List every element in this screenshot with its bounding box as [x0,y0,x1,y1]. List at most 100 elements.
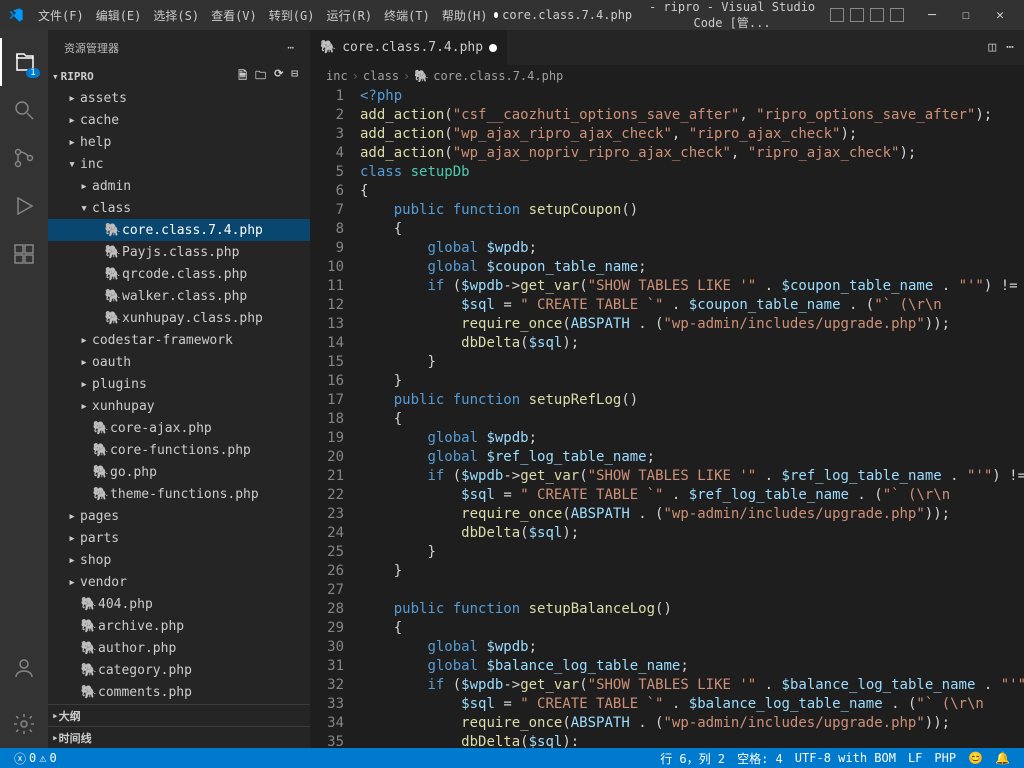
tree-label: go.php [110,465,157,480]
tree-label: codestar-framework [92,333,233,348]
tree-folder[interactable]: vendor [48,571,310,593]
tree-label: 404.php [98,597,153,612]
tree-label: theme-functions.php [110,487,259,502]
status-bar: ⓧ 0 ⚠ 0 行 6，列 2 空格: 4 UTF-8 with BOM LF … [0,748,1024,768]
run-debug-icon[interactable] [0,182,48,230]
minimize-button[interactable]: ─ [916,4,948,26]
tree-folder[interactable]: help [48,131,310,153]
tree-folder[interactable]: class [48,197,310,219]
tree-file[interactable]: 🐘category.php [48,659,310,681]
status-eol[interactable]: LF [902,750,928,767]
tree-file[interactable]: 🐘author.php [48,637,310,659]
php-file-icon: 🐘 [92,443,110,458]
chevron-right-icon [76,377,92,392]
collapse-icon[interactable]: ⊟ [291,67,298,86]
tab-active[interactable]: 🐘 core.class.7.4.php [310,30,508,65]
php-file-icon: 🐘 [92,487,110,502]
menu-item[interactable]: 查看(V) [205,7,263,24]
tree-folder[interactable]: shop [48,549,310,571]
tree-folder[interactable]: pages [48,505,310,527]
php-file-icon: 🐘 [104,223,122,238]
close-button[interactable]: ✕ [984,4,1016,26]
outline-header[interactable]: 大纲 [48,704,310,726]
explorer-icon[interactable]: 1 [0,38,48,86]
new-folder-icon[interactable]: 🗀 [255,67,266,86]
tree-label: qrcode.class.php [122,267,247,282]
menu-item[interactable]: 文件(F) [32,7,90,24]
layout-icon[interactable] [890,8,904,22]
settings-gear-icon[interactable] [0,700,48,748]
more-icon[interactable]: ⋯ [1006,40,1014,55]
layout-icon[interactable] [830,8,844,22]
editor: 🐘 core.class.7.4.php ◫ ⋯ inc› class› 🐘 c… [310,30,1024,748]
status-encoding[interactable]: UTF-8 with BOM [789,750,902,767]
status-errors[interactable]: ⓧ 0 ⚠ 0 [8,750,63,767]
chevron-right-icon [64,531,80,546]
accounts-icon[interactable] [0,644,48,692]
code-content[interactable]: <?phpadd_action("csf__caozhuti_options_s… [360,87,1024,748]
code-area[interactable]: 1234567891011121314151617181920212223242… [310,87,1024,748]
tree-file[interactable]: 🐘Payjs.class.php [48,241,310,263]
tree-file[interactable]: 🐘404.php [48,593,310,615]
layout-icon[interactable] [850,8,864,22]
chevron-down-icon [76,201,92,216]
tree-folder[interactable]: inc [48,153,310,175]
tree-file[interactable]: 🐘archive.php [48,615,310,637]
tree-folder[interactable]: parts [48,527,310,549]
title-project: - ripro - Visual Studio Code [管... [636,0,828,31]
menu-item[interactable]: 终端(T) [378,7,436,24]
tree-file[interactable]: 🐘core.class.7.4.php [48,219,310,241]
tree-folder[interactable]: codestar-framework [48,329,310,351]
chevron-right-icon [64,113,80,128]
menu-item[interactable]: 编辑(E) [90,7,148,24]
chevron-right-icon [64,509,80,524]
explorer-badge: 1 [26,68,40,78]
timeline-header[interactable]: 时间线 [48,726,310,748]
refresh-icon[interactable]: ⟳ [274,67,283,86]
tree-folder[interactable]: admin [48,175,310,197]
status-cursor[interactable]: 行 6，列 2 [654,750,731,767]
tree-label: help [80,135,111,150]
search-icon[interactable] [0,86,48,134]
tree-label: walker.class.php [122,289,247,304]
activity-bar: 1 [0,30,48,748]
menu-item[interactable]: 转到(G) [263,7,321,24]
tree-file[interactable]: 🐘comments.php [48,681,310,703]
php-file-icon: 🐘 [104,311,122,326]
menu-item[interactable]: 选择(S) [147,7,205,24]
tree-file[interactable]: 🐘qrcode.class.php [48,263,310,285]
tree-file[interactable]: 🐘core-functions.php [48,439,310,461]
status-bell-icon[interactable]: 🔔 [989,750,1016,767]
menu-item[interactable]: 运行(R) [320,7,378,24]
maximize-button[interactable]: ☐ [950,4,982,26]
tree-folder[interactable]: cache [48,109,310,131]
tree-label: xunhupay.class.php [122,311,263,326]
tree-file[interactable]: 🐘xunhupay.class.php [48,307,310,329]
tree-file[interactable]: 🐘walker.class.php [48,285,310,307]
tree-file[interactable]: 🐘theme-functions.php [48,483,310,505]
tree-folder[interactable]: oauth [48,351,310,373]
tree-label: class [92,201,131,216]
menu-bar: 文件(F)编辑(E)选择(S)查看(V)转到(G)运行(R)终端(T)帮助(H) [32,7,494,24]
new-file-icon[interactable]: 🗎 [238,67,247,86]
layout-icon[interactable] [870,8,884,22]
tree-label: core-ajax.php [110,421,212,436]
chevron-down-icon [64,157,80,172]
split-editor-icon[interactable]: ◫ [988,40,996,55]
tree-folder[interactable]: plugins [48,373,310,395]
tree-file[interactable]: 🐘core-ajax.php [48,417,310,439]
project-header[interactable]: RIPRO 🗎 🗀 ⟳ ⊟ [48,65,310,87]
status-spaces[interactable]: 空格: 4 [731,750,789,767]
menu-item[interactable]: 帮助(H) [436,7,494,24]
extensions-icon[interactable] [0,230,48,278]
tree-file[interactable]: 🐘go.php [48,461,310,483]
status-feedback-icon[interactable]: 😊 [962,750,989,767]
tree-label: core.class.7.4.php [122,223,263,238]
breadcrumb[interactable]: inc› class› 🐘 core.class.7.4.php [310,65,1024,87]
more-icon[interactable]: ⋯ [287,41,294,54]
tree-folder[interactable]: assets [48,87,310,109]
status-lang[interactable]: PHP [928,750,962,767]
source-control-icon[interactable] [0,134,48,182]
tab-bar: 🐘 core.class.7.4.php ◫ ⋯ [310,30,1024,65]
tree-folder[interactable]: xunhupay [48,395,310,417]
